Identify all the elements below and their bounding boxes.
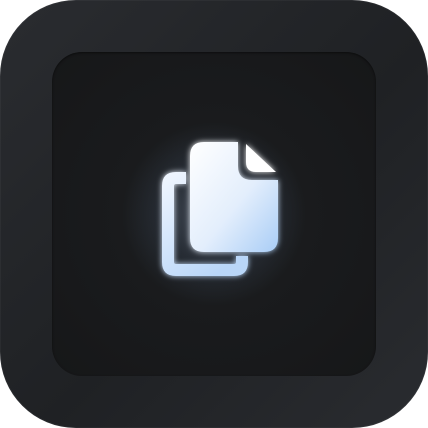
app-icon[interactable] [0,0,428,428]
copy-files-icon [162,142,278,276]
front-document [190,142,278,252]
folded-corner [246,144,276,172]
